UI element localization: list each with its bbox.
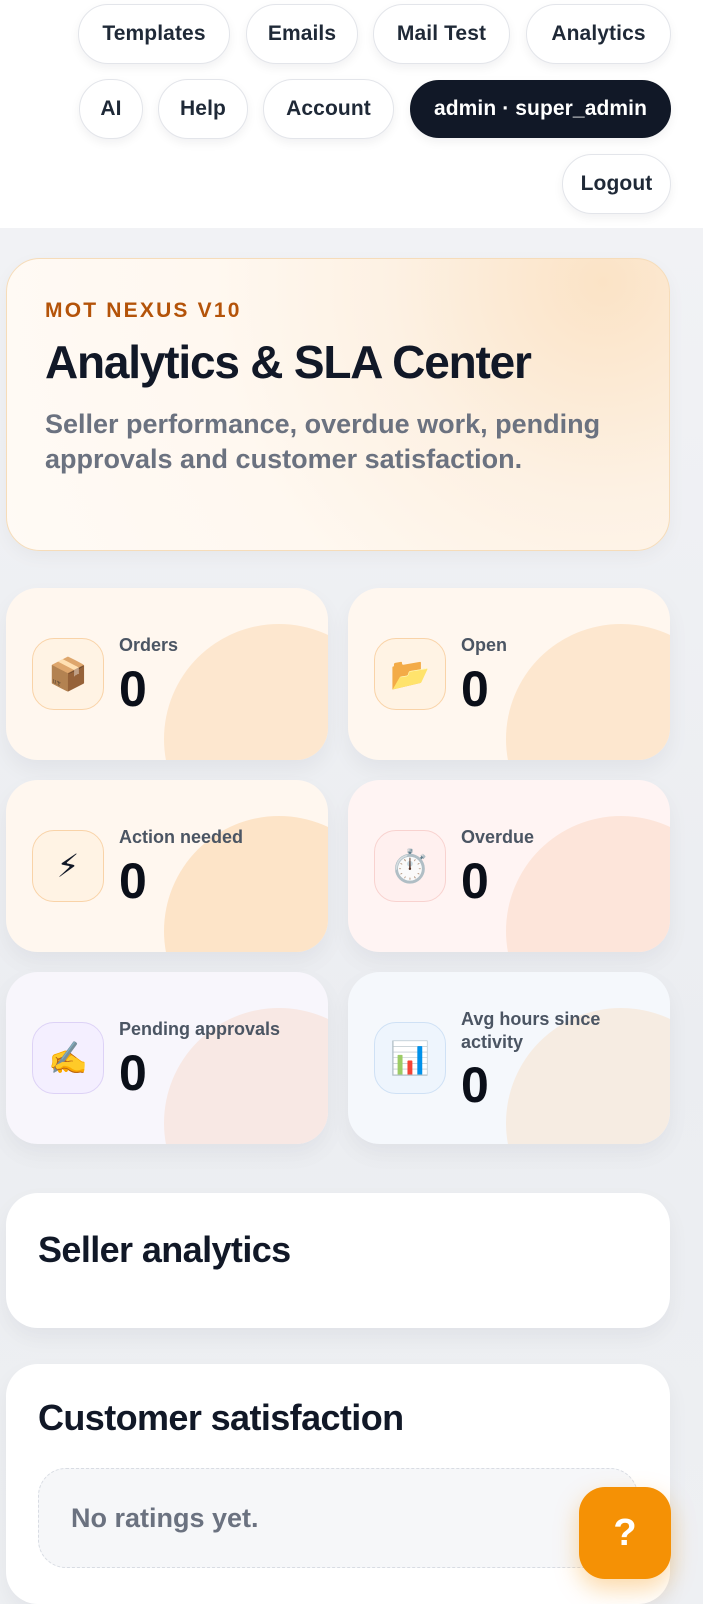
seller-analytics-section: Seller analytics: [6, 1193, 670, 1328]
user-role-badge[interactable]: admin · super_admin: [410, 80, 671, 138]
customer-satisfaction-section: Customer satisfaction No ratings yet.: [6, 1364, 670, 1604]
section-title: Customer satisfaction: [38, 1397, 404, 1438]
section-title: Seller analytics: [38, 1229, 291, 1270]
package-icon: 📦: [32, 638, 104, 710]
stat-value: 0: [119, 661, 147, 717]
stat-label: Open: [461, 635, 508, 655]
stat-card-open: 📂 Open 0: [348, 588, 670, 760]
top-navigation: Templates Emails Mail Test Analytics AI …: [0, 0, 703, 228]
help-fab-button[interactable]: ?: [579, 1487, 671, 1579]
nav-account-button[interactable]: Account: [263, 79, 394, 139]
stat-label: Pending approvals: [119, 1019, 281, 1039]
empty-state-text: No ratings yet.: [71, 1503, 259, 1533]
stopwatch-icon: ⏱️: [374, 830, 446, 902]
stat-label: Action needed: [119, 827, 244, 847]
nav-mail-test-button[interactable]: Mail Test: [373, 4, 510, 64]
logout-button[interactable]: Logout: [562, 154, 671, 214]
hero-eyebrow: MOT NEXUS V10: [45, 299, 242, 322]
stat-card-pending-approvals: ✍️ Pending approvals 0: [6, 972, 328, 1144]
stat-value: 0: [119, 853, 147, 909]
stat-value: 0: [461, 853, 489, 909]
stat-value: 0: [461, 661, 489, 717]
bar-chart-icon: 📊: [374, 1022, 446, 1094]
empty-state: No ratings yet.: [38, 1468, 638, 1568]
nav-templates-button[interactable]: Templates: [78, 4, 230, 64]
stat-value: 0: [119, 1045, 147, 1101]
stat-label: Orders: [119, 635, 179, 655]
stat-label: Overdue: [461, 827, 535, 847]
open-folder-icon: 📂: [374, 638, 446, 710]
lightning-icon: ⚡: [32, 830, 104, 902]
nav-analytics-button[interactable]: Analytics: [526, 4, 671, 64]
page-subtitle: Seller performance, overdue work, pendin…: [45, 409, 601, 474]
writing-hand-icon: ✍️: [32, 1022, 104, 1094]
hero-banner: MOT NEXUS V10 Analytics & SLA Center Sel…: [6, 258, 670, 551]
stat-card-orders: 📦 Orders 0: [6, 588, 328, 760]
nav-help-button[interactable]: Help: [158, 79, 248, 139]
stat-card-avg-hours: 📊 Avg hours since activity 0: [348, 972, 670, 1144]
page-title: Analytics & SLA Center: [45, 336, 532, 388]
stat-value: 0: [461, 1057, 489, 1113]
stat-label: Avg hours since activity: [461, 1009, 601, 1052]
nav-ai-button[interactable]: AI: [79, 79, 143, 139]
stat-card-overdue: ⏱️ Overdue 0: [348, 780, 670, 952]
nav-emails-button[interactable]: Emails: [246, 4, 358, 64]
stat-card-action-needed: ⚡ Action needed 0: [6, 780, 328, 952]
